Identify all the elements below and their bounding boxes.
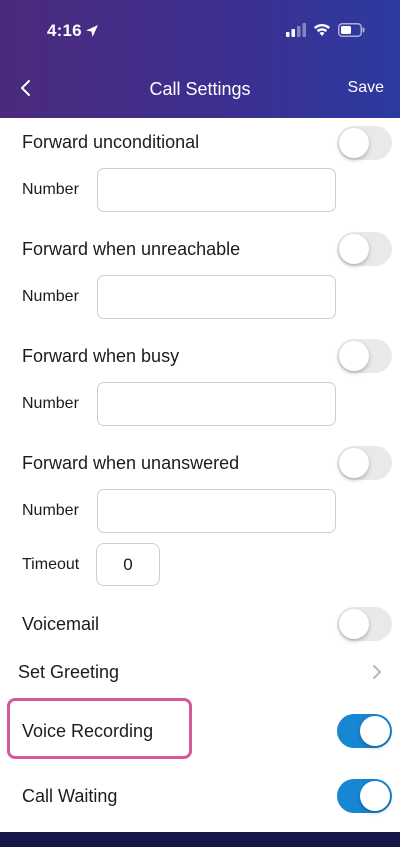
voicemail-toggle[interactable] bbox=[337, 607, 392, 641]
forward-unreachable-number-label: Number bbox=[22, 288, 79, 305]
toggle-knob bbox=[360, 716, 390, 746]
forward-busy-toggle[interactable] bbox=[337, 339, 392, 373]
timeout-input[interactable]: 0 bbox=[96, 543, 160, 586]
bottom-bar bbox=[0, 832, 400, 847]
forward-unreachable-label: Forward when unreachable bbox=[22, 239, 241, 259]
set-greeting-label: Set Greeting bbox=[18, 662, 120, 682]
toggle-knob bbox=[339, 609, 369, 639]
forward-unconditional-label: Forward unconditional bbox=[22, 132, 200, 152]
forward-unreachable-number-input[interactable] bbox=[97, 275, 336, 319]
forward-unconditional-toggle[interactable] bbox=[337, 126, 392, 160]
forward-unanswered-number-input[interactable] bbox=[97, 489, 336, 533]
toggle-knob bbox=[339, 128, 369, 158]
chevron-right-icon bbox=[373, 665, 381, 679]
call-waiting-label: Call Waiting bbox=[22, 786, 118, 806]
forward-unanswered-number-label: Number bbox=[22, 502, 79, 519]
voicemail-label: Voicemail bbox=[22, 614, 100, 634]
status-bar: 4:16 bbox=[0, 0, 400, 60]
toggle-knob bbox=[339, 234, 369, 264]
app-header: 4:16 Call Settings Save bbox=[0, 0, 400, 118]
voice-recording-label: Voice Recording bbox=[22, 721, 154, 741]
set-greeting-row[interactable]: Set Greeting bbox=[0, 650, 400, 694]
forward-busy-label: Forward when busy bbox=[22, 346, 180, 366]
forward-busy-number-input[interactable] bbox=[97, 382, 336, 426]
call-waiting-toggle[interactable] bbox=[337, 779, 392, 813]
forward-unconditional-number-label: Number bbox=[22, 181, 79, 198]
timeout-label: Timeout bbox=[22, 556, 80, 573]
toggle-knob bbox=[339, 341, 369, 371]
forward-busy-number-label: Number bbox=[22, 395, 79, 412]
status-time: 4:16 bbox=[47, 21, 82, 40]
forward-unanswered-label: Forward when unanswered bbox=[22, 453, 240, 473]
save-button[interactable]: Save bbox=[348, 79, 384, 97]
nav-bar: Call Settings Save bbox=[0, 62, 400, 114]
page-title: Call Settings bbox=[149, 79, 251, 99]
battery-icon bbox=[338, 23, 365, 37]
toggle-knob bbox=[360, 781, 390, 811]
forward-unreachable-toggle[interactable] bbox=[337, 232, 392, 266]
wifi-icon bbox=[314, 23, 330, 36]
voice-recording-toggle[interactable] bbox=[337, 714, 392, 748]
forward-unanswered-toggle[interactable] bbox=[337, 446, 392, 480]
toggle-knob bbox=[339, 448, 369, 478]
location-arrow-icon bbox=[86, 25, 98, 37]
forward-unconditional-number-input[interactable] bbox=[97, 168, 336, 212]
cellular-signal-icon bbox=[286, 23, 306, 37]
